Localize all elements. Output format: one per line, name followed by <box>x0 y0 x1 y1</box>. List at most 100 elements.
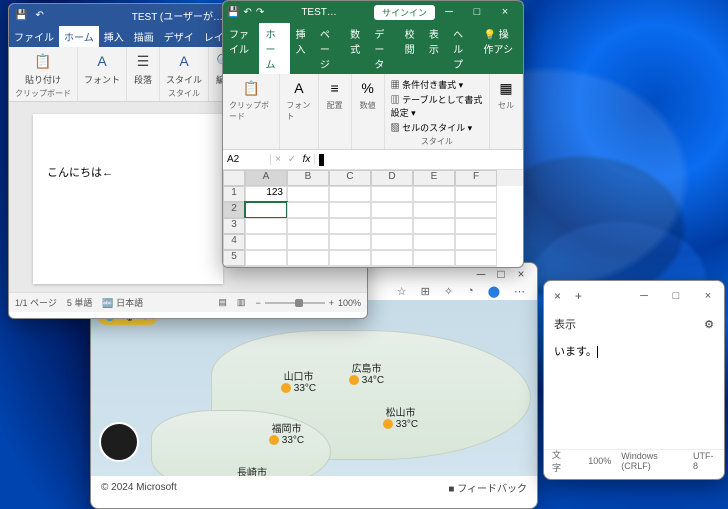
city-marker[interactable]: 福岡市 33°C <box>269 420 304 446</box>
style-icon[interactable]: A <box>174 51 194 71</box>
word-count[interactable]: 5 単語 <box>67 296 93 309</box>
tell-me[interactable]: 💡 操作アシ <box>477 23 523 74</box>
format-table-button[interactable]: ▥ テーブルとして書式設定 ▾ <box>391 93 483 119</box>
cell[interactable] <box>329 266 371 268</box>
view-print-icon[interactable]: ▤ <box>218 297 227 308</box>
select-all-corner[interactable] <box>223 170 245 186</box>
tab-data[interactable]: データ <box>368 23 398 74</box>
weather-map[interactable]: 💧 🌡 ⇄ 山口市 33°C 広島市 34°C 福岡市 33°C 松山市 33°… <box>91 300 537 476</box>
cell-style-button[interactable]: ▧ セルのスタイル ▾ <box>391 121 473 134</box>
tab-design[interactable]: デザイ <box>159 26 199 47</box>
tab-pagelayout[interactable]: ページ <box>314 23 344 74</box>
tab-home[interactable]: ホーム <box>259 23 289 74</box>
tab-home[interactable]: ホーム <box>59 26 99 47</box>
col-header[interactable]: C <box>329 170 371 186</box>
zoom-value[interactable]: 100% <box>588 456 611 466</box>
city-marker[interactable]: 長崎市 <box>237 464 267 476</box>
city-marker[interactable]: 広島市 34°C <box>349 360 384 386</box>
cell[interactable] <box>371 202 413 218</box>
cancel-icon[interactable]: × <box>271 154 285 165</box>
close-button[interactable]: × <box>692 290 724 302</box>
signin-button[interactable]: サインイン <box>374 5 435 20</box>
cell[interactable] <box>287 202 329 218</box>
zoom-out-icon[interactable]: − <box>255 298 260 308</box>
min-button[interactable]: ─ <box>435 6 463 18</box>
performance-icon[interactable]: ◔ <box>467 285 474 300</box>
cell[interactable] <box>413 202 455 218</box>
cell[interactable]: 123 <box>245 186 287 202</box>
copilot-icon[interactable]: ⬤ <box>488 285 500 300</box>
view-web-icon[interactable]: ▥ <box>237 297 246 308</box>
city-marker[interactable]: 山口市 33°C <box>281 368 316 394</box>
notepad-editor[interactable]: います。 <box>544 337 724 449</box>
cell[interactable] <box>245 202 287 218</box>
tab-file[interactable]: ファイル <box>9 26 59 47</box>
row-header[interactable]: 1 <box>223 186 245 202</box>
undo-icon[interactable]: ↶ <box>243 7 251 18</box>
cell[interactable] <box>413 250 455 266</box>
conditional-format-button[interactable]: ▦ 条件付き書式 ▾ <box>391 78 464 91</box>
col-header[interactable]: D <box>371 170 413 186</box>
extensions-icon[interactable]: ✧ <box>444 285 453 300</box>
zoom-slider[interactable] <box>265 302 325 304</box>
formula-input[interactable] <box>315 154 523 166</box>
row-header[interactable]: 3 <box>223 218 245 234</box>
cell[interactable] <box>413 186 455 202</box>
cell[interactable] <box>245 234 287 250</box>
paste-icon[interactable]: 📋 <box>33 51 53 71</box>
max-button[interactable]: □ <box>463 6 491 18</box>
name-box[interactable]: A2 <box>223 154 271 165</box>
paste-icon[interactable]: 📋 <box>241 78 261 98</box>
row-header[interactable]: 4 <box>223 234 245 250</box>
align-icon[interactable]: ≡ <box>325 78 345 98</box>
cell[interactable] <box>287 186 329 202</box>
col-header[interactable]: E <box>413 170 455 186</box>
cell[interactable] <box>371 218 413 234</box>
cell[interactable] <box>371 234 413 250</box>
cell[interactable] <box>413 266 455 268</box>
cell[interactable] <box>371 186 413 202</box>
language[interactable]: 🔤 日本語 <box>102 296 143 309</box>
cell[interactable] <box>455 186 497 202</box>
cells-icon[interactable]: ▦ <box>496 78 516 98</box>
city-marker[interactable]: 松山市 33°C <box>383 404 418 430</box>
cell[interactable] <box>329 250 371 266</box>
cell[interactable] <box>287 266 329 268</box>
max-button[interactable]: □ <box>660 290 692 302</box>
save-icon[interactable]: 💾 <box>15 10 27 21</box>
new-tab-icon[interactable]: + <box>575 289 582 303</box>
settings-icon[interactable]: ⚙ <box>704 318 714 331</box>
compass-widget[interactable] <box>99 422 139 462</box>
tab-view[interactable]: 表示 <box>423 23 447 74</box>
menu-icon[interactable]: ⋯ <box>514 285 525 300</box>
tab-insert[interactable]: 挿入 <box>99 26 129 47</box>
spreadsheet-grid[interactable]: A B C D E F 1 123 2 3 4 5 6 <box>223 170 523 268</box>
redo-icon[interactable]: ↷ <box>256 7 264 18</box>
zoom-in-icon[interactable]: + <box>329 298 334 308</box>
col-header[interactable]: B <box>287 170 329 186</box>
row-header[interactable]: 2 <box>223 202 245 218</box>
tab-insert[interactable]: 挿入 <box>290 23 314 74</box>
row-header[interactable]: 6 <box>223 266 245 268</box>
zoom-value[interactable]: 100% <box>338 298 361 308</box>
cell[interactable] <box>413 234 455 250</box>
font-icon[interactable]: A <box>92 51 112 71</box>
font-icon[interactable]: A <box>289 78 309 98</box>
cell[interactable] <box>371 266 413 268</box>
cell[interactable] <box>455 266 497 268</box>
cell[interactable] <box>287 250 329 266</box>
cell[interactable] <box>413 218 455 234</box>
tab-formulas[interactable]: 数式 <box>344 23 368 74</box>
cell[interactable] <box>287 234 329 250</box>
notepad-tab[interactable]: × + <box>544 285 600 307</box>
feedback-button[interactable]: ■ フィードバック <box>448 480 527 495</box>
tab-review[interactable]: 校閲 <box>399 23 423 74</box>
paragraph-icon[interactable]: ☰ <box>133 51 153 71</box>
max-button[interactable]: □ <box>493 267 509 281</box>
star-icon[interactable]: ☆ <box>397 285 407 300</box>
cell[interactable] <box>455 202 497 218</box>
cell[interactable] <box>455 250 497 266</box>
min-button[interactable]: ─ <box>473 267 489 281</box>
collections-icon[interactable]: ⊞ <box>421 285 430 300</box>
cell[interactable] <box>371 250 413 266</box>
